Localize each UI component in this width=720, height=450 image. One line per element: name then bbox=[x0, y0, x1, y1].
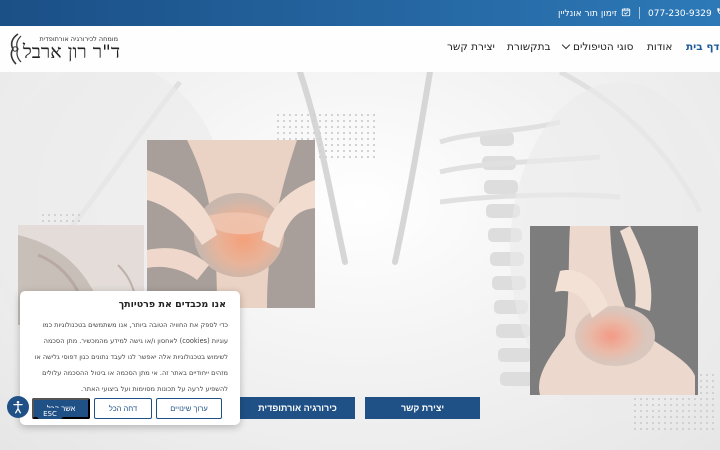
book-online-link[interactable]: זימון תור אונליין bbox=[558, 7, 631, 20]
ankle-pain-image bbox=[530, 226, 698, 395]
nav-treatments[interactable]: סוגי הטיפולים bbox=[561, 40, 634, 53]
cookie-title: אנו מכבדים את פרטיותך bbox=[118, 299, 226, 310]
nav-home[interactable]: דף בית bbox=[686, 41, 720, 53]
book-online-label: זימון תור אונליין bbox=[558, 8, 617, 19]
cookie-body: כדי לספק את החוויה הטובה ביותר, אנו משתמ… bbox=[34, 321, 228, 393]
topbar-divider bbox=[639, 7, 640, 19]
nav-about[interactable]: אודות bbox=[647, 41, 672, 53]
top-bar: 077-230-9329 זימון תור אונליין bbox=[0, 0, 720, 26]
phone-number: 077-230-9329 bbox=[648, 8, 712, 19]
cookie-settings-button[interactable]: ערוך שינויים bbox=[156, 398, 222, 419]
phone-link[interactable]: 077-230-9329 bbox=[648, 7, 720, 20]
calendar-check-icon bbox=[621, 7, 631, 20]
knee-pain-image bbox=[147, 140, 315, 308]
nav-media[interactable]: בתקשורת bbox=[507, 41, 551, 53]
contact-cta-button[interactable]: יצירת קשר bbox=[365, 397, 480, 419]
accessibility-button[interactable] bbox=[7, 396, 29, 418]
accessibility-icon bbox=[13, 401, 23, 414]
cookie-consent-dialog: אנו מכבדים את פרטיותך כדי לספק את החוויה… bbox=[20, 291, 240, 425]
site-logo[interactable]: מומחה לכירורגיה אורתופדית ד"ר רון ארבל bbox=[6, 33, 124, 67]
phone-icon bbox=[716, 7, 720, 20]
nav-treatments-label: סוגי הטיפולים bbox=[573, 41, 634, 53]
orthopedic-surgery-button[interactable]: כירורגיה אורתופדית bbox=[240, 397, 355, 419]
cookie-reject-button[interactable]: דחה הכל bbox=[94, 398, 152, 419]
nav-contact[interactable]: יצירת קשר bbox=[447, 41, 495, 53]
logo-name: ד"ר רון ארבל bbox=[22, 41, 120, 63]
chevron-down-icon bbox=[561, 40, 571, 50]
esc-badge[interactable]: ESC bbox=[37, 408, 63, 419]
